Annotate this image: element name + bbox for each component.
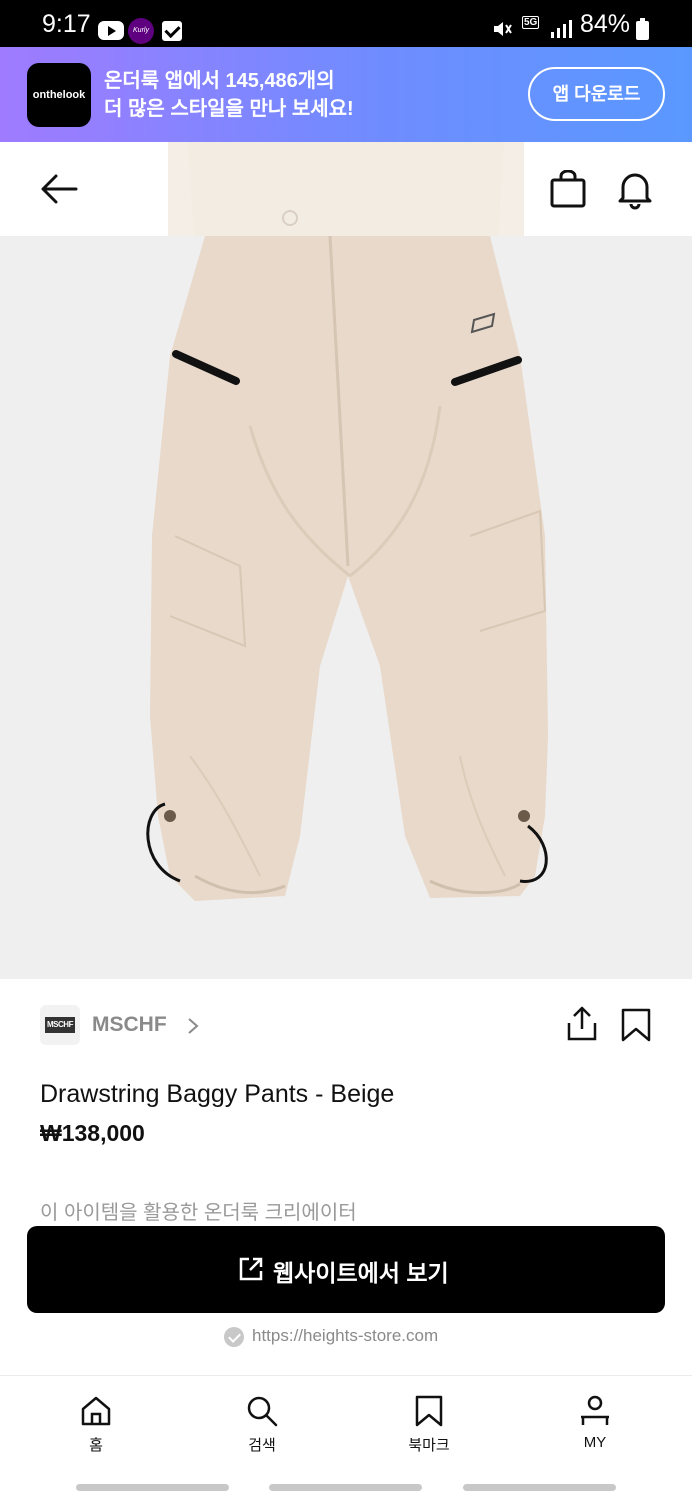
- product-name: Drawstring Baggy Pants - Beige: [40, 1080, 395, 1108]
- shopping-bag-icon[interactable]: [548, 170, 588, 210]
- external-link-icon: [239, 1257, 263, 1281]
- product-image[interactable]: [0, 236, 692, 979]
- app-download-button[interactable]: 앱 다운로드: [528, 67, 665, 121]
- kurly-notification-icon: Kurly: [128, 18, 154, 44]
- promo-line-1: 온더룩 앱에서 145,486개의: [104, 70, 335, 92]
- network-5g-icon: 5G: [522, 16, 540, 29]
- product-price: ₩138,000: [40, 1120, 145, 1146]
- website-url: https://heights-store.com: [252, 1326, 439, 1345]
- battery-icon: [636, 18, 649, 40]
- nav-my[interactable]: MY: [545, 1394, 645, 1464]
- brand-logo: MSCHF: [40, 1005, 80, 1045]
- youtube-notification-icon: [98, 21, 124, 40]
- brand-row[interactable]: MSCHF MSCHF: [40, 1005, 660, 1047]
- mute-icon: [494, 22, 512, 36]
- verified-check-icon: [224, 1327, 244, 1347]
- person-icon: [581, 1395, 609, 1425]
- promo-text: 온더룩 앱에서 145,486개의 더 많은 스타일을 만나 보세요!: [104, 67, 354, 123]
- gesture-bar-right: [463, 1484, 616, 1491]
- promo-line-2: 더 많은 스타일을 만나 보세요!: [104, 98, 354, 120]
- battery-percent: 84%: [579, 10, 630, 38]
- gesture-bar-center: [269, 1484, 422, 1491]
- search-icon: [247, 1396, 278, 1427]
- nav-search-label: 검색: [248, 1437, 276, 1454]
- checkbox-notification-icon: [162, 21, 182, 41]
- back-arrow-icon[interactable]: [38, 170, 80, 208]
- signal-icon: [551, 20, 572, 38]
- home-icon: [81, 1396, 111, 1426]
- bookmark-icon: [415, 1395, 443, 1427]
- creators-section-label: 이 아이템을 활용한 온더룩 크리에이터: [40, 1202, 357, 1224]
- nav-home[interactable]: 홈: [46, 1394, 146, 1464]
- nav-search[interactable]: 검색: [212, 1394, 312, 1464]
- share-icon[interactable]: [566, 1005, 598, 1043]
- notification-bell-icon[interactable]: [614, 168, 656, 210]
- beige-pants-illustration: [0, 236, 692, 979]
- app-promo-banner[interactable]: onthelook 온더룩 앱에서 145,486개의 더 많은 스타일을 만나…: [0, 47, 692, 142]
- view-on-website-button[interactable]: 웹사이트에서 보기: [27, 1226, 665, 1313]
- chevron-right-icon: [188, 1018, 199, 1034]
- nav-bookmark[interactable]: 북마크: [379, 1394, 479, 1464]
- view-on-website-label: 웹사이트에서 보기: [273, 1260, 449, 1286]
- brand-name[interactable]: MSCHF: [92, 1013, 167, 1037]
- bottom-navigation: 홈 검색 북마크 MY: [0, 1375, 692, 1475]
- gesture-bar-left: [76, 1484, 229, 1491]
- product-image-top-edge: [168, 142, 524, 236]
- bookmark-icon[interactable]: [620, 1007, 652, 1043]
- nav-bookmark-label: 북마크: [408, 1437, 450, 1454]
- onthelook-logo: onthelook: [27, 63, 91, 127]
- pants-waistband: [188, 142, 504, 236]
- brand-logo-text: MSCHF: [45, 1017, 75, 1033]
- nav-home-label: 홈: [89, 1437, 103, 1454]
- status-time: 9:17: [42, 10, 91, 38]
- status-bar: 9:17 Kurly 5G 84%: [0, 0, 692, 47]
- nav-my-label: MY: [583, 1434, 607, 1451]
